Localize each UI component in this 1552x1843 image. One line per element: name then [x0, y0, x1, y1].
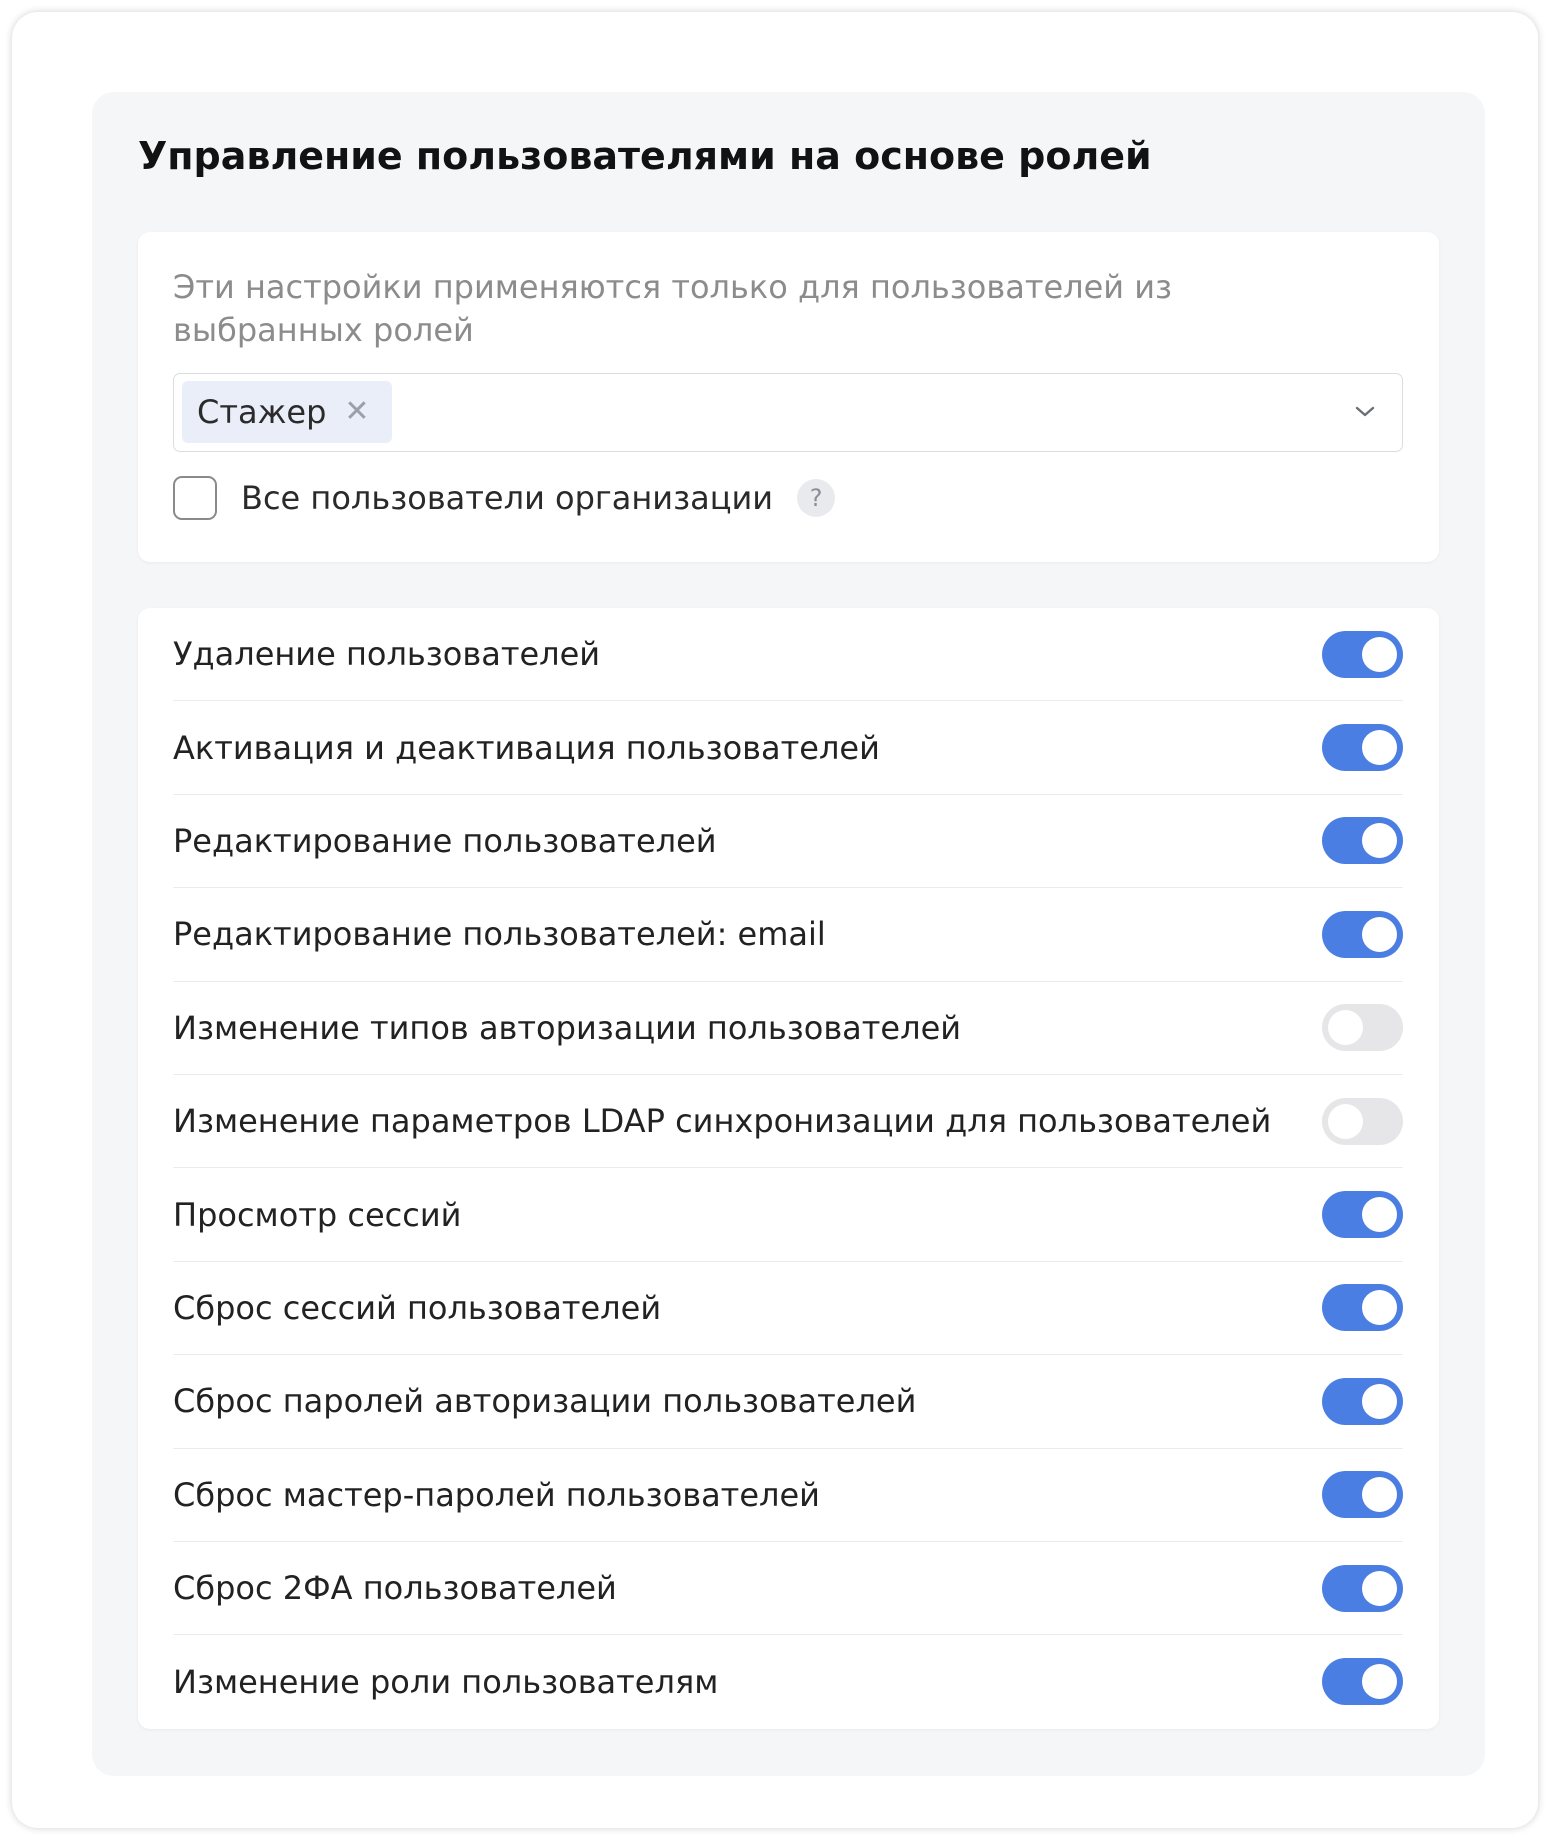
permission-row: Просмотр сессий: [173, 1168, 1403, 1262]
all-users-checkbox[interactable]: [173, 476, 217, 520]
all-users-option: Все пользователи организации ?: [173, 476, 836, 520]
permission-row: Изменение роли пользователям: [173, 1635, 1403, 1728]
permission-label: Удаление пользователей: [173, 635, 601, 674]
permission-label: Изменение типов авторизации пользователе…: [173, 1008, 962, 1047]
all-users-label[interactable]: Все пользователи организации: [241, 479, 773, 517]
toggle-knob: [1328, 1010, 1363, 1046]
toggle-knob: [1362, 1664, 1397, 1700]
permission-label: Редактирование пользователей: email: [173, 915, 826, 954]
toggle-knob: [1362, 1197, 1397, 1233]
permission-toggle[interactable]: [1322, 724, 1403, 772]
permission-row: Редактирование пользователей: email: [173, 888, 1403, 982]
permission-row: Редактирование пользователей: [173, 795, 1403, 889]
permission-row: Активация и деактивация пользователей: [173, 701, 1403, 795]
permission-toggle[interactable]: [1322, 1658, 1403, 1706]
permission-row: Удаление пользователей: [173, 608, 1403, 702]
role-chip: Стажер ✕: [182, 381, 392, 443]
roles-card: Эти настройки применяются только для пол…: [138, 232, 1439, 562]
permission-row: Сброс сессий пользователей: [173, 1262, 1403, 1356]
permission-toggle[interactable]: [1322, 630, 1403, 678]
permission-label: Сброс сессий пользователей: [173, 1288, 662, 1327]
permission-toggle[interactable]: [1322, 1191, 1403, 1239]
rbac-settings-panel: Управление пользователями на основе роле…: [92, 92, 1485, 1776]
permission-row: Сброс мастер-паролей пользователей: [173, 1449, 1403, 1542]
toggle-knob: [1362, 730, 1397, 766]
permission-label: Изменение параметров LDAP синхронизации …: [173, 1102, 1272, 1141]
permission-toggle[interactable]: [1322, 1004, 1403, 1052]
permission-label: Активация и деактивация пользователей: [173, 728, 880, 767]
chevron-down-icon[interactable]: [1354, 400, 1376, 422]
toggle-knob: [1362, 1383, 1397, 1419]
permission-row: Сброс 2ФА пользователей: [173, 1542, 1403, 1636]
permission-row: Изменение типов авторизации пользователе…: [173, 982, 1403, 1075]
permission-label: Сброс паролей авторизации пользователей: [173, 1382, 917, 1421]
window-frame: Управление пользователями на основе роле…: [12, 12, 1538, 1828]
permission-toggle[interactable]: [1322, 910, 1403, 958]
permission-label: Сброс 2ФА пользователей: [173, 1569, 617, 1608]
permission-toggle[interactable]: [1322, 1564, 1403, 1612]
permission-label: Сброс мастер-паролей пользователей: [173, 1475, 820, 1514]
toggle-knob: [1362, 1570, 1397, 1606]
permission-toggle[interactable]: [1322, 817, 1403, 865]
permission-row: Изменение параметров LDAP синхронизации …: [173, 1075, 1403, 1169]
permissions-card: Удаление пользователей Активация и деакти…: [138, 608, 1439, 1729]
toggle-knob: [1362, 1477, 1397, 1513]
permissions-list: Удаление пользователей Активация и деакти…: [173, 608, 1403, 1729]
help-icon[interactable]: ?: [797, 479, 836, 517]
permission-label: Просмотр сессий: [173, 1195, 462, 1234]
permission-toggle[interactable]: [1322, 1097, 1403, 1145]
permission-row: Сброс паролей авторизации пользователей: [173, 1355, 1403, 1449]
permission-toggle[interactable]: [1322, 1471, 1403, 1519]
panel-title: Управление пользователями на основе роле…: [138, 134, 1152, 178]
toggle-knob: [1362, 823, 1397, 859]
close-icon[interactable]: ✕: [344, 397, 369, 427]
role-chip-label: Стажер: [197, 393, 327, 431]
permission-label: Изменение роли пользователям: [173, 1662, 719, 1701]
toggle-knob: [1362, 916, 1397, 952]
toggle-knob: [1328, 1103, 1363, 1139]
permission-toggle[interactable]: [1322, 1377, 1403, 1425]
permission-label: Редактирование пользователей: [173, 821, 717, 860]
toggle-knob: [1362, 1290, 1397, 1326]
permission-toggle[interactable]: [1322, 1284, 1403, 1332]
toggle-knob: [1362, 636, 1397, 672]
role-multiselect[interactable]: Стажер ✕: [173, 373, 1403, 452]
roles-description: Эти настройки применяются только для пол…: [173, 268, 1173, 349]
